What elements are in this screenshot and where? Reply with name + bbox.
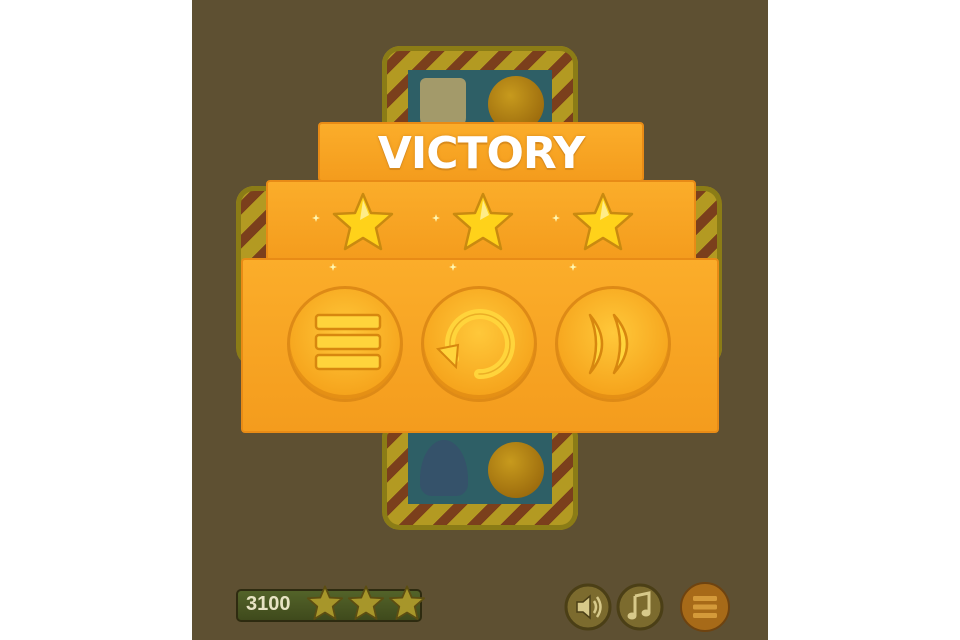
blue-drop-creature <box>420 440 468 496</box>
star-icon <box>452 192 514 251</box>
sparkle-icon <box>569 263 577 271</box>
sparkle-icon <box>432 214 440 222</box>
star-icon <box>388 585 426 620</box>
sparkle-icon <box>449 263 457 271</box>
menu-lines-icon <box>680 582 730 632</box>
victory-title: VICTORY <box>377 128 585 179</box>
star-icon <box>347 585 385 620</box>
tile-yellow-blob <box>480 436 552 502</box>
speaker-icon <box>564 583 612 631</box>
restart-arrow-icon <box>435 309 515 380</box>
star-icon <box>306 585 344 620</box>
yellow-blob-creature <box>488 442 544 498</box>
music-note-icon <box>616 583 664 631</box>
victory-title-banner: VICTORY <box>318 122 644 182</box>
sound-toggle-button[interactable] <box>564 583 612 631</box>
menu-lines-icon <box>314 313 382 371</box>
sparkle-icon <box>329 263 337 271</box>
star-icon <box>572 192 634 251</box>
tile-blue-drop <box>408 436 480 502</box>
pause-menu-button[interactable] <box>679 581 731 633</box>
fast-forward-icon <box>588 313 629 375</box>
sparkle-icon <box>312 214 320 222</box>
music-toggle-button[interactable] <box>616 583 664 631</box>
sparkle-icon <box>552 214 560 222</box>
replay-button[interactable] <box>421 286 537 402</box>
board-grid-bottom <box>408 432 552 504</box>
next-level-button[interactable] <box>555 286 671 402</box>
cream-block-creature <box>420 78 466 128</box>
star-icon <box>332 192 394 251</box>
game-screen: VICTORY 3100 <box>192 0 768 640</box>
level-menu-button[interactable] <box>287 286 403 402</box>
score-value: 3100 <box>246 593 291 615</box>
